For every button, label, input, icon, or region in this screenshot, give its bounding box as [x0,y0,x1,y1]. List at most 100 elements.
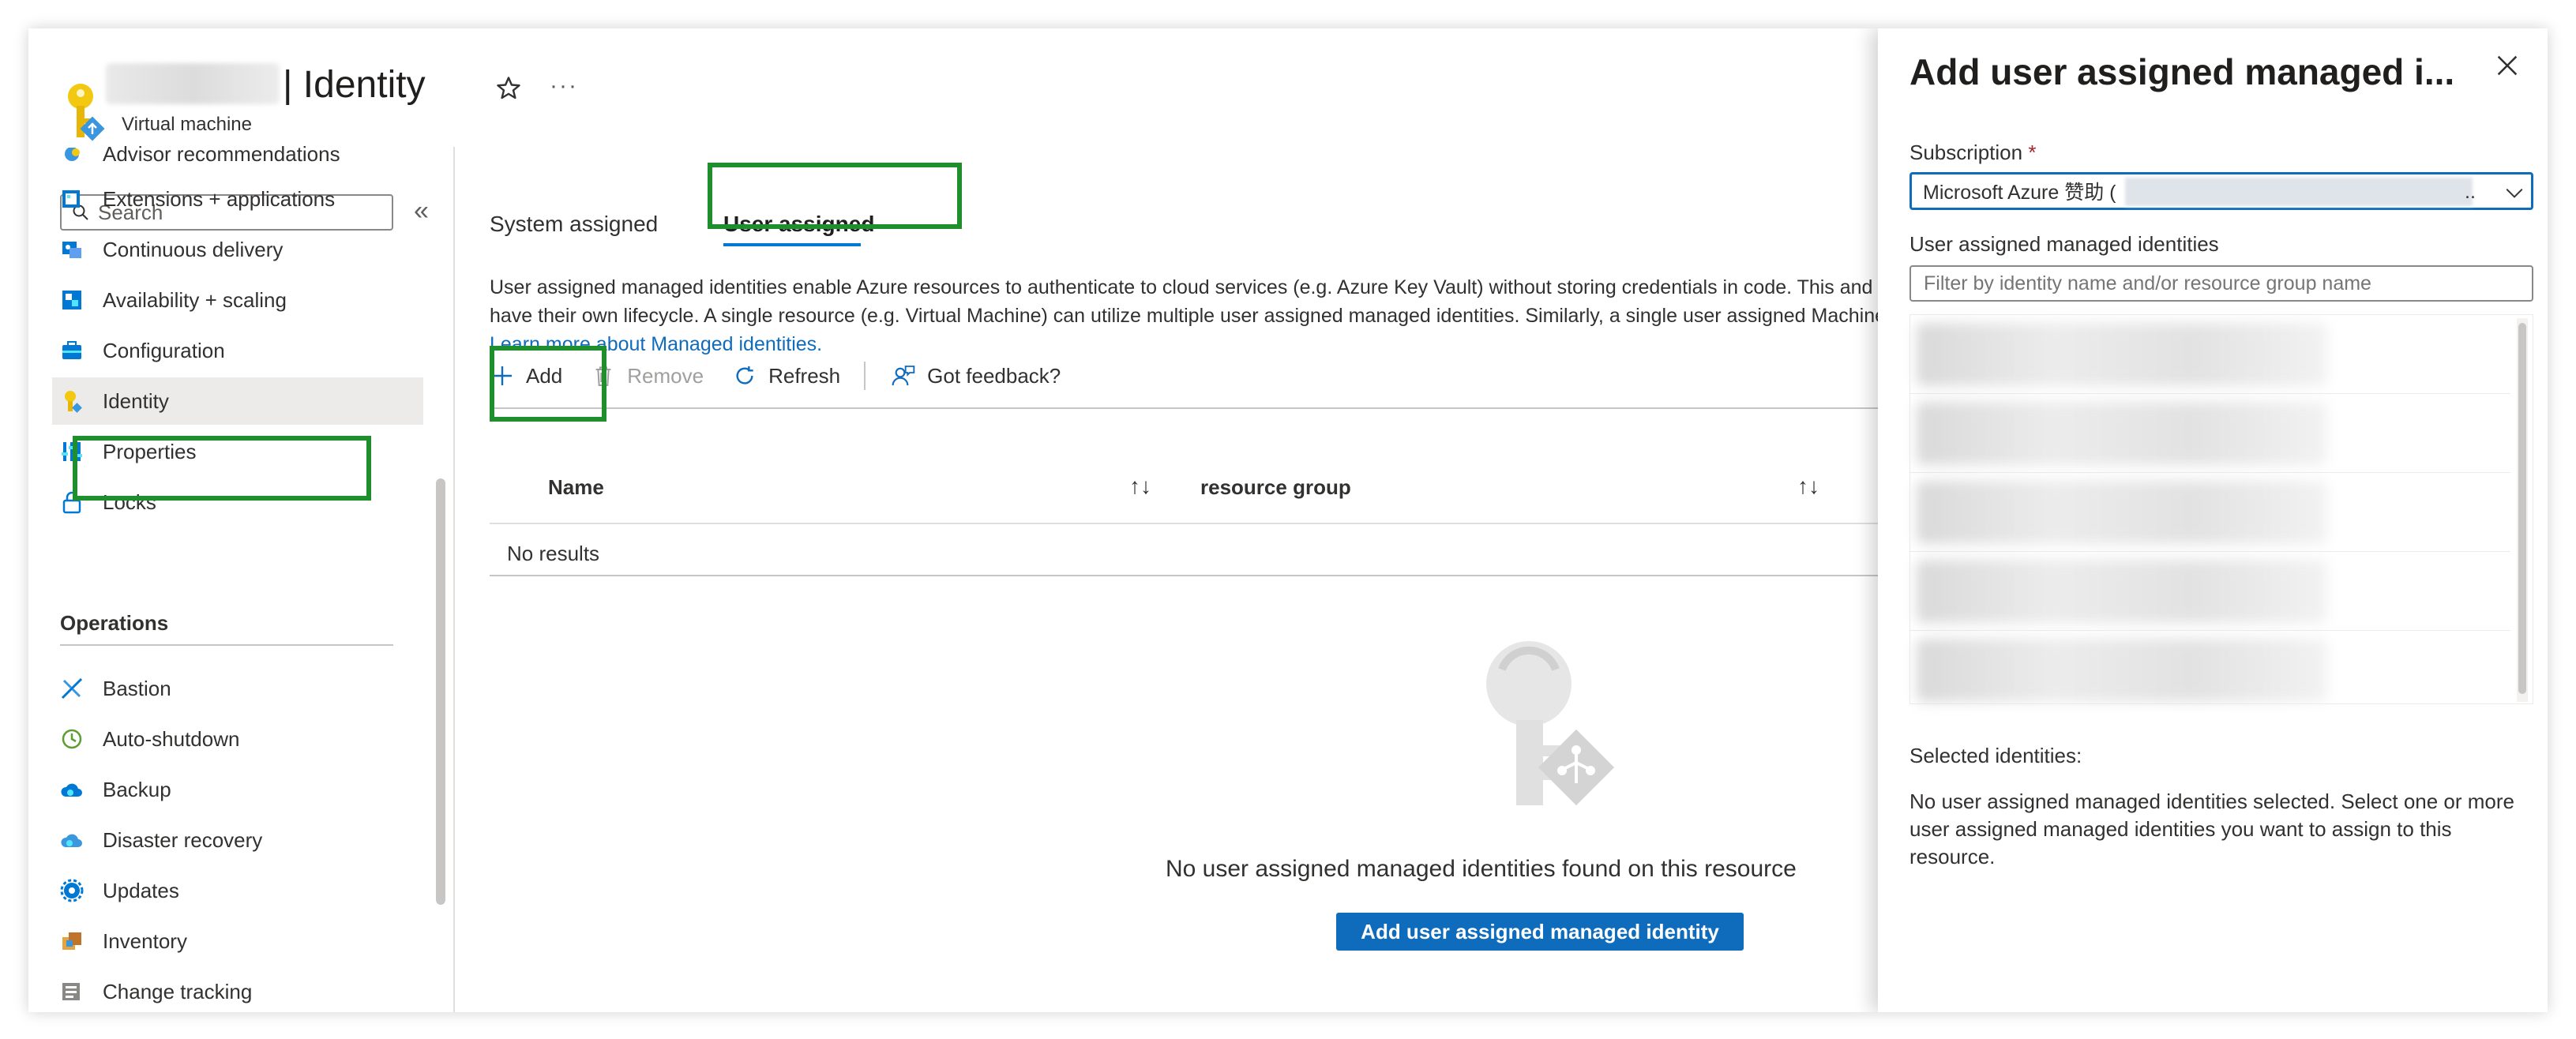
resource-menu: Search « Advisor recommendations Extensi… [28,144,455,1012]
sidebar-item-label: Configuration [103,338,225,362]
sidebar-item-label: Bastion [103,676,171,700]
bastion-icon [61,677,83,700]
add-identity-button[interactable]: Add user assigned managed identity [1336,913,1744,951]
list-item[interactable] [1910,552,2510,631]
divider [490,523,1911,524]
list-item[interactable] [1910,473,2510,552]
sidebar-item-bastion[interactable]: Bastion [52,665,423,712]
highlight-user-assigned-tab [708,163,962,229]
subscription-label: Subscription * [1909,141,2036,165]
extensions-icon [62,190,80,208]
sidebar-item-change-tracking[interactable]: Change tracking [52,968,423,1012]
sidebar-item-label: Extensions + applications [103,186,336,211]
gear-icon [60,879,84,902]
identity-content: System assigned User assigned User assig… [455,147,1911,1012]
table-empty-row: No results [507,542,600,565]
sidebar-item-backup[interactable]: Backup [52,766,423,813]
sidebar-item-label: Advisor recommendations [103,144,340,166]
favorite-star-icon[interactable] [494,74,523,103]
subscription-label-text: Subscription [1909,141,2023,164]
sidebar-item-advisor[interactable]: Advisor recommendations [52,144,423,175]
resource-type-subtitle: Virtual machine [122,114,252,135]
subscription-id-redacted [2125,178,2473,206]
feedback-icon [892,366,915,386]
list-scrollbar-thumb[interactable] [2518,323,2526,694]
backup-cloud-icon [61,783,82,797]
table-header: Name ↑↓ resource group ↑↓ [490,474,1911,515]
refresh-icon [736,366,753,384]
redacted-identity [1917,560,2327,623]
active-tab-indicator [723,243,861,246]
sort-icon[interactable]: ↑↓ [1129,474,1151,499]
sidebar-item-label: Availability + scaling [103,287,287,312]
sort-icon[interactable]: ↑↓ [1797,474,1819,499]
remove-button[interactable]: Remove [591,363,704,388]
sidebar-item-label: Updates [103,878,179,902]
close-icon[interactable] [2494,52,2521,79]
page-header: | Identity Virtual machine ··· [28,28,1876,147]
feedback-button-label: Got feedback? [927,363,1061,388]
sidebar-item-label: Continuous delivery [103,237,284,261]
column-header-name[interactable]: Name [548,475,604,500]
sidebar-item-availability[interactable]: Availability + scaling [52,276,423,324]
sidebar-item-inventory[interactable]: Inventory [52,917,423,965]
highlight-identity [73,436,371,501]
identities-label: User assigned managed identities [1909,232,2219,256]
sidebar-item-extensions[interactable]: Extensions + applications [52,175,423,223]
more-options-icon[interactable]: ··· [550,73,578,99]
panel-title: Add user assigned managed i... [1909,51,2455,92]
divider [490,407,1911,409]
menu-scrollbar[interactable] [431,147,450,1012]
configuration-icon [62,341,81,359]
list-item[interactable] [1910,631,2510,710]
refresh-button-label: Refresh [768,363,841,388]
identity-key-icon [65,391,82,413]
identity-key-icon [68,84,105,141]
subscription-ellipsis: .. [2465,181,2476,203]
sidebar-item-disaster-recovery[interactable]: Disaster recovery [52,816,423,864]
sidebar-item-continuous-delivery[interactable]: Continuous delivery [52,226,423,273]
sidebar-item-label: Inventory [103,928,187,953]
description-body: User assigned managed identities enable … [490,276,1898,327]
column-header-resource-group[interactable]: resource group [1200,475,1351,500]
add-identity-panel: Add user assigned managed i... Subscript… [1878,28,2548,1012]
continuous-delivery-icon [62,242,81,258]
list-scrollbar[interactable] [2517,318,2528,702]
selected-identities-message: No user assigned managed identities sele… [1909,790,2514,868]
divider [490,575,1911,576]
clock-icon [62,729,82,749]
tab-system-assigned[interactable]: System assigned [490,212,658,237]
list-item[interactable] [1910,394,2510,473]
redacted-identity [1917,402,2327,465]
description-text: User assigned managed identities enable … [490,273,1911,358]
divider [60,644,393,646]
sidebar-item-updates[interactable]: Updates [52,867,423,914]
sidebar-item-label: Disaster recovery [103,827,263,852]
subscription-dropdown[interactable]: Microsoft Azure 赞助 ( .. [1909,172,2533,210]
redacted-identity [1917,639,2327,702]
selected-identities-label: Selected identities: [1909,744,2082,767]
inventory-icon [62,932,81,950]
refresh-button[interactable]: Refresh [732,363,840,388]
page-title: | Identity [283,64,426,106]
remove-button-label: Remove [627,363,704,388]
sidebar-item-label: Auto-shutdown [103,726,240,751]
resource-name-redacted [106,63,280,104]
managed-identity-key-icon [1486,641,1615,806]
portal-window: | Identity Virtual machine ··· Search « … [28,28,2548,1012]
advisor-icon [65,148,80,161]
identity-list[interactable] [1909,314,2533,704]
sidebar-item-configuration[interactable]: Configuration [52,327,423,374]
sidebar-item-label: Backup [103,777,171,801]
sidebar-item-auto-shutdown[interactable]: Auto-shutdown [52,715,423,763]
empty-state-message: No user assigned managed identities foun… [1166,856,1797,882]
sidebar-item-identity[interactable]: Identity [52,377,423,425]
list-item[interactable] [1910,315,2510,394]
operations-heading: Operations [60,611,169,635]
menu-scrollbar-thumb[interactable] [436,478,445,905]
toolbar-separator [864,362,866,390]
feedback-button[interactable]: Got feedback? [891,363,1061,388]
identity-filter-input[interactable] [1909,265,2533,302]
redacted-identity [1917,323,2327,386]
subscription-value: Microsoft Azure 赞助 ( [1923,182,2116,204]
